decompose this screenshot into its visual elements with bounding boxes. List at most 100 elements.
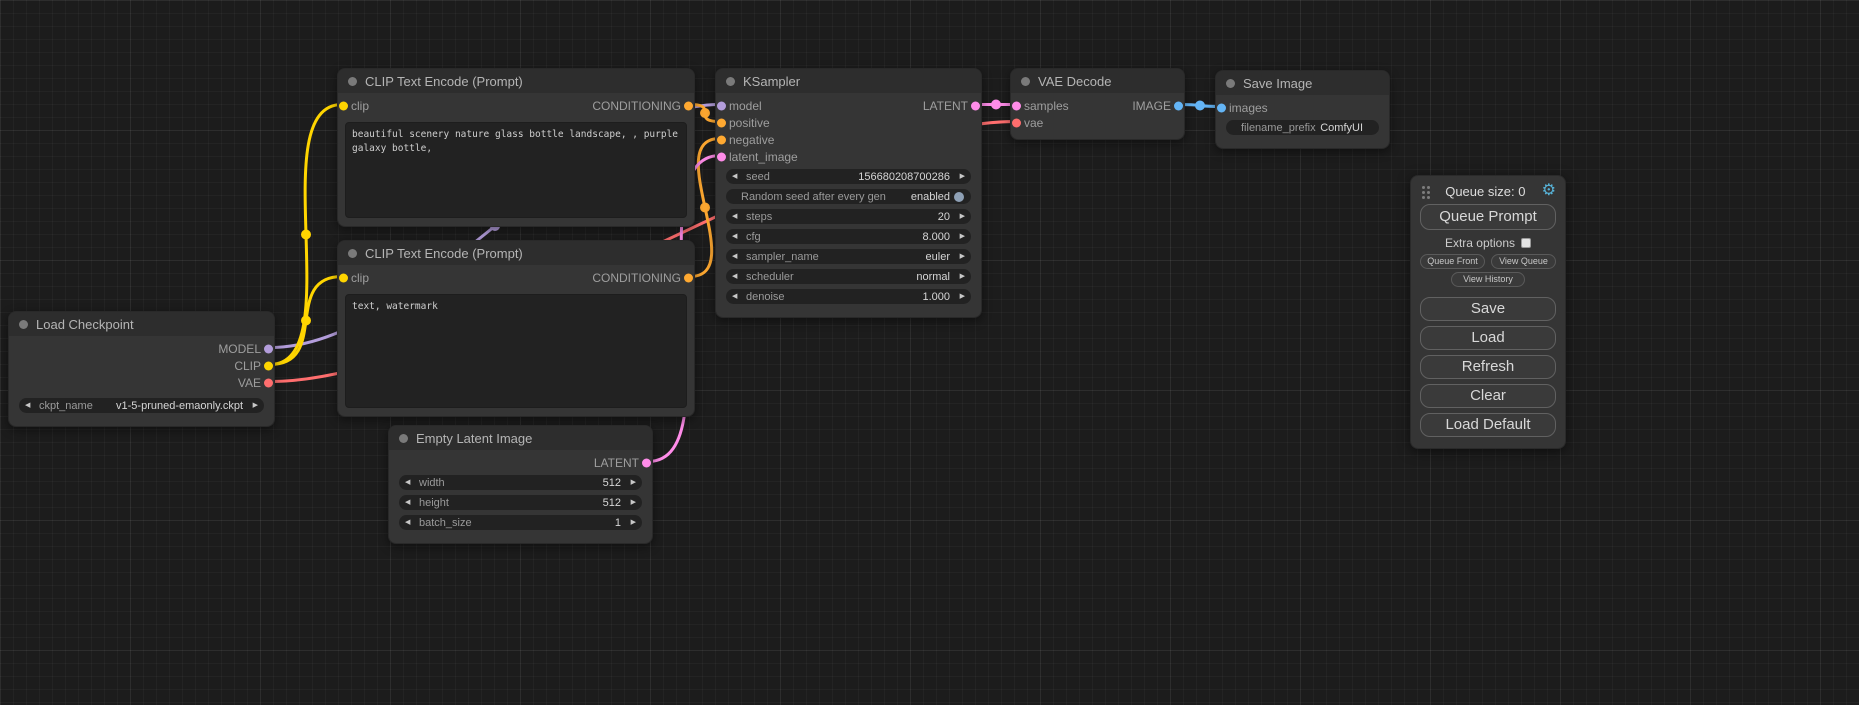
toggle-indicator-dot[interactable] xyxy=(954,192,964,202)
queue-front-button[interactable]: Queue Front xyxy=(1420,254,1485,269)
widget-random-seed-toggle[interactable]: Random seed after every gen enabled xyxy=(726,189,971,204)
input-label: latent_image xyxy=(729,150,798,164)
decrement-arrow-icon[interactable]: ◀ xyxy=(25,402,36,409)
view-queue-button[interactable]: View Queue xyxy=(1491,254,1556,269)
latent-output-dot[interactable] xyxy=(642,458,651,467)
collapse-dot[interactable] xyxy=(1021,77,1030,86)
increment-arrow-icon[interactable]: ▶ xyxy=(954,253,965,260)
negative-prompt-textarea[interactable]: text, watermark xyxy=(345,294,687,408)
vae-output-dot[interactable] xyxy=(264,378,273,387)
model-input-dot[interactable] xyxy=(717,101,726,110)
increment-arrow-icon[interactable]: ▶ xyxy=(625,479,636,486)
node-title: Load Checkpoint xyxy=(36,317,134,332)
collapse-dot[interactable] xyxy=(399,434,408,443)
decrement-arrow-icon[interactable]: ◀ xyxy=(732,213,743,220)
node-save-image[interactable]: Save Image images filename_prefix ComfyU… xyxy=(1215,70,1390,149)
decrement-arrow-icon[interactable]: ◀ xyxy=(732,293,743,300)
input-label: positive xyxy=(729,116,770,130)
widget-value: normal xyxy=(916,271,950,283)
widget-value: 20 xyxy=(938,211,950,223)
slot-row-model-latent: model LATENT xyxy=(716,97,981,114)
latent-output-dot[interactable] xyxy=(971,101,980,110)
output-label: CLIP xyxy=(234,359,261,373)
increment-arrow-icon[interactable]: ▶ xyxy=(954,233,965,240)
increment-arrow-icon[interactable]: ▶ xyxy=(247,402,258,409)
node-clip-negative-header[interactable]: CLIP Text Encode (Prompt) xyxy=(338,241,694,265)
vae-input-dot[interactable] xyxy=(1012,118,1021,127)
widget-name: scheduler xyxy=(746,271,794,283)
settings-gear-icon[interactable]: ⚙ xyxy=(1542,183,1556,199)
widget-width[interactable]: ◀ width 512 ▶ xyxy=(399,475,642,490)
node-clip-text-encode-positive[interactable]: CLIP Text Encode (Prompt) clip CONDITION… xyxy=(337,68,695,227)
samples-input-dot[interactable] xyxy=(1012,101,1021,110)
clip-output-dot[interactable] xyxy=(264,361,273,370)
node-load-checkpoint-header[interactable]: Load Checkpoint xyxy=(9,312,274,336)
node-clip-text-encode-negative[interactable]: CLIP Text Encode (Prompt) clip CONDITION… xyxy=(337,240,695,417)
collapse-dot[interactable] xyxy=(1226,79,1235,88)
negative-input-dot[interactable] xyxy=(717,135,726,144)
widget-steps[interactable]: ◀ steps 20 ▶ xyxy=(726,209,971,224)
clip-input-dot[interactable] xyxy=(339,101,348,110)
load-default-button[interactable]: Load Default xyxy=(1420,413,1556,437)
collapse-dot[interactable] xyxy=(348,77,357,86)
wire-clip-positive-middot xyxy=(301,230,311,240)
decrement-arrow-icon[interactable]: ◀ xyxy=(405,499,416,506)
image-output-dot[interactable] xyxy=(1174,101,1183,110)
widget-height[interactable]: ◀ height 512 ▶ xyxy=(399,495,642,510)
refresh-button[interactable]: Refresh xyxy=(1420,355,1556,379)
widget-scheduler[interactable]: ◀ scheduler normal ▶ xyxy=(726,269,971,284)
decrement-arrow-icon[interactable]: ◀ xyxy=(732,233,743,240)
node-save-image-header[interactable]: Save Image xyxy=(1216,71,1389,95)
widget-sampler-name[interactable]: ◀ sampler_name euler ▶ xyxy=(726,249,971,264)
clear-button[interactable]: Clear xyxy=(1420,384,1556,408)
increment-arrow-icon[interactable]: ▶ xyxy=(954,273,965,280)
comfy-menu-panel: Queue size: 0 ⚙ Queue Prompt Extra optio… xyxy=(1410,175,1566,449)
positive-prompt-textarea[interactable]: beautiful scenery nature glass bottle la… xyxy=(345,122,687,218)
node-empty-latent-header[interactable]: Empty Latent Image xyxy=(389,426,652,450)
widget-denoise[interactable]: ◀ denoise 1.000 ▶ xyxy=(726,289,971,304)
collapse-dot[interactable] xyxy=(726,77,735,86)
widget-batch-size[interactable]: ◀ batch_size 1 ▶ xyxy=(399,515,642,530)
increment-arrow-icon[interactable]: ▶ xyxy=(625,499,636,506)
decrement-arrow-icon[interactable]: ◀ xyxy=(405,519,416,526)
images-input-dot[interactable] xyxy=(1217,103,1226,112)
positive-input-dot[interactable] xyxy=(717,118,726,127)
extra-options-checkbox[interactable] xyxy=(1521,238,1531,248)
drag-handle-icon[interactable] xyxy=(1422,186,1425,189)
node-vae-decode-header[interactable]: VAE Decode xyxy=(1011,69,1184,93)
collapse-dot[interactable] xyxy=(19,320,28,329)
widget-seed[interactable]: ◀ seed 156680208700286 ▶ xyxy=(726,169,971,184)
widget-ckpt-name[interactable]: ◀ ckpt_name v1-5-pruned-emaonly.ckpt ▶ xyxy=(19,398,264,413)
view-history-button[interactable]: View History xyxy=(1451,272,1525,287)
conditioning-output-dot[interactable] xyxy=(684,273,693,282)
node-ksampler[interactable]: KSampler model LATENT positive negative … xyxy=(715,68,982,318)
save-button[interactable]: Save xyxy=(1420,297,1556,321)
increment-arrow-icon[interactable]: ▶ xyxy=(954,293,965,300)
clip-input-dot[interactable] xyxy=(339,273,348,282)
slot-row-negative: negative xyxy=(716,131,981,148)
slot-row-latent-image: latent_image xyxy=(716,148,981,165)
increment-arrow-icon[interactable]: ▶ xyxy=(954,173,965,180)
collapse-dot[interactable] xyxy=(348,249,357,258)
node-ksampler-header[interactable]: KSampler xyxy=(716,69,981,93)
widget-cfg[interactable]: ◀ cfg 8.000 ▶ xyxy=(726,229,971,244)
decrement-arrow-icon[interactable]: ◀ xyxy=(405,479,416,486)
latent-image-input-dot[interactable] xyxy=(717,152,726,161)
node-clip-positive-header[interactable]: CLIP Text Encode (Prompt) xyxy=(338,69,694,93)
increment-arrow-icon[interactable]: ▶ xyxy=(625,519,636,526)
widget-value: euler xyxy=(926,251,950,263)
decrement-arrow-icon[interactable]: ◀ xyxy=(732,173,743,180)
decrement-arrow-icon[interactable]: ◀ xyxy=(732,253,743,260)
node-empty-latent-image[interactable]: Empty Latent Image LATENT ◀ width 512 ▶ … xyxy=(388,425,653,544)
widget-value: 8.000 xyxy=(922,231,950,243)
load-button[interactable]: Load xyxy=(1420,326,1556,350)
conditioning-output-dot[interactable] xyxy=(684,101,693,110)
increment-arrow-icon[interactable]: ▶ xyxy=(954,213,965,220)
queue-prompt-button[interactable]: Queue Prompt xyxy=(1420,204,1556,230)
decrement-arrow-icon[interactable]: ◀ xyxy=(732,273,743,280)
widget-filename-prefix[interactable]: filename_prefix ComfyUI xyxy=(1226,120,1379,135)
slot-row-images: images xyxy=(1216,99,1389,116)
node-vae-decode[interactable]: VAE Decode samples IMAGE vae xyxy=(1010,68,1185,140)
node-load-checkpoint[interactable]: Load Checkpoint MODEL CLIP VAE ◀ ckpt_na… xyxy=(8,311,275,427)
model-output-dot[interactable] xyxy=(264,344,273,353)
